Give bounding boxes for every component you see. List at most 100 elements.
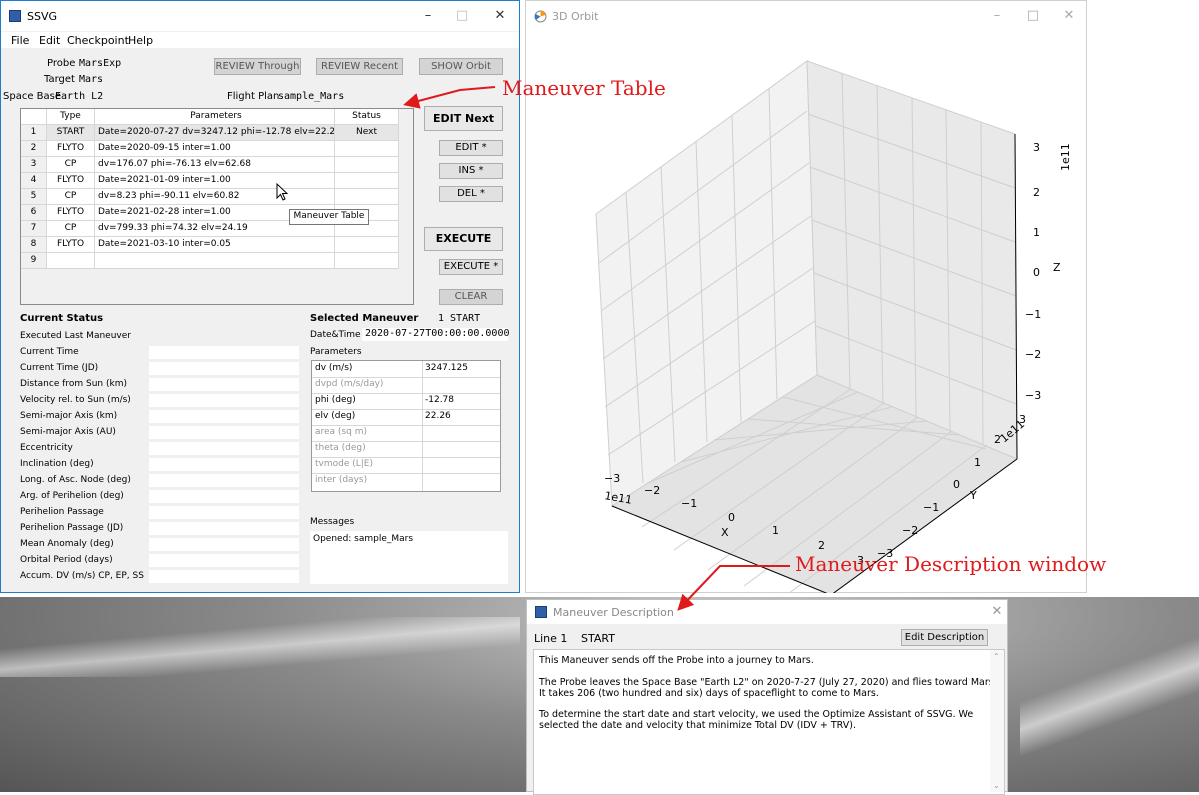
status-label: Semi-major Axis (km) [20, 411, 118, 421]
row-type[interactable]: FLYTO [47, 173, 95, 189]
ssvg-titlebar[interactable]: SSVG – □ ✕ [1, 1, 519, 31]
row-number: 6 [21, 205, 47, 221]
current-status-title: Current Status [20, 313, 104, 324]
x-tick: −3 [604, 472, 620, 485]
param-row: inter (days) [315, 475, 368, 485]
scrollbar[interactable]: ⌃ ⌄ [990, 650, 1004, 792]
status-label: Semi-major Axis (AU) [20, 427, 116, 437]
table-row[interactable]: 2 FLYTO Date=2020-09-15 inter=1.00 [21, 141, 399, 157]
status-label: Current Time (JD) [20, 363, 99, 373]
close-button[interactable]: ✕ [982, 603, 1012, 621]
execute-star-button[interactable]: EXECUTE * [439, 259, 503, 275]
annotation-maneuver-table: Maneuver Table [502, 76, 666, 100]
scroll-up-icon[interactable]: ⌃ [993, 652, 1000, 661]
table-row[interactable]: 1 START Date=2020-07-27 dv=3247.12 phi=-… [21, 125, 399, 141]
row-params[interactable] [95, 253, 335, 269]
param-row: area (sq m) [312, 425, 500, 442]
desc-titlebar[interactable]: Maneuver Description ✕ [527, 600, 1007, 624]
window-title: SSVG [27, 10, 58, 23]
param-row: elv (deg) 22.26 [312, 409, 500, 426]
row-params[interactable]: dv=8.23 phi=-90.11 elv=60.82 [95, 189, 335, 205]
desc-paragraph: It takes 206 (two hundred and six) days … [539, 688, 879, 699]
maneuver-table-tooltip: Maneuver Table [289, 209, 369, 225]
show-orbit-button[interactable]: SHOW Orbit [419, 58, 503, 75]
row-status[interactable] [335, 173, 399, 189]
header-status: Status [335, 109, 399, 125]
orbit-plot[interactable]: 3 2 1 0 −1 −2 −3 Z 1e11 3 2 1 0 −1 −2 −3… [526, 31, 1086, 593]
desc-paragraph: The Probe leaves the Space Base "Earth L… [539, 677, 997, 688]
row-status[interactable] [335, 237, 399, 253]
parameters-table: dv (m/s) 3247.125 dvpd (m/s/day) phi (deg… [311, 360, 501, 492]
x-tick: 1 [772, 524, 779, 537]
status-label: Current Time [20, 347, 79, 357]
datetime-label: Date&Time [310, 330, 361, 340]
row-type[interactable] [47, 253, 95, 269]
row-type[interactable]: START [47, 125, 95, 141]
review-recent-button[interactable]: REVIEW Recent [316, 58, 403, 75]
target-value: Mars [79, 74, 104, 85]
maximize-button[interactable]: □ [447, 7, 477, 25]
description-text-area[interactable]: This Maneuver sends off the Probe into a… [533, 649, 1005, 795]
param-row: dv (m/s) 3247.125 [312, 361, 500, 378]
status-value [149, 490, 299, 503]
table-row[interactable]: 4 FLYTO Date=2021-01-09 inter=1.00 [21, 173, 399, 189]
row-type[interactable]: CP [47, 189, 95, 205]
row-number: 8 [21, 237, 47, 253]
orbit-titlebar[interactable]: 3D Orbit – □ ✕ [526, 1, 1086, 31]
table-row[interactable]: 9 [21, 253, 399, 269]
status-value [149, 522, 299, 535]
insert-button[interactable]: INS * [439, 163, 503, 179]
maximize-button[interactable]: □ [1018, 7, 1048, 25]
status-label: Inclination (deg) [20, 459, 94, 469]
row-type[interactable]: CP [47, 157, 95, 173]
menu-help[interactable]: Help [128, 34, 153, 47]
table-row[interactable]: 8 FLYTO Date=2021-03-10 inter=0.05 [21, 237, 399, 253]
menu-file[interactable]: File [11, 34, 29, 47]
row-status[interactable] [335, 253, 399, 269]
minimize-button[interactable]: – [982, 7, 1012, 25]
mouse-cursor-icon [276, 183, 289, 201]
row-params[interactable]: Date=2021-01-09 inter=1.00 [95, 173, 335, 189]
row-type[interactable]: CP [47, 221, 95, 237]
flightplan-label: Flight Plan [227, 91, 280, 102]
row-type[interactable]: FLYTO [47, 141, 95, 157]
row-status[interactable] [335, 157, 399, 173]
maneuver-table[interactable]: Type Parameters Status 1 START Date=2020… [20, 108, 414, 305]
table-row[interactable]: 3 CP dv=176.07 phi=-76.13 elv=62.68 [21, 157, 399, 173]
parameters-label: Parameters [310, 347, 362, 357]
row-type[interactable]: FLYTO [47, 205, 95, 221]
orbit-title: 3D Orbit [552, 10, 599, 23]
row-params[interactable]: Date=2021-03-10 inter=0.05 [95, 237, 335, 253]
edit-next-button[interactable]: EDIT Next [424, 106, 503, 131]
scroll-down-icon[interactable]: ⌄ [993, 781, 1000, 790]
param-row: dvpd (m/s/day) [312, 377, 500, 394]
desc-paragraph: This Maneuver sends off the Probe into a… [539, 655, 814, 666]
edit-description-button[interactable]: Edit Description [901, 629, 988, 646]
header-type: Type [47, 109, 95, 125]
selected-maneuver-value: 1 START [438, 313, 481, 324]
clear-button[interactable]: CLEAR [439, 289, 503, 305]
minimize-button[interactable]: – [413, 7, 443, 25]
row-params[interactable]: Date=2020-07-27 dv=3247.12 phi=-12.78 el… [95, 125, 335, 141]
delete-button[interactable]: DEL * [439, 186, 503, 202]
row-status[interactable]: Next [335, 125, 399, 141]
menu-checkpoint[interactable]: Checkpoint [67, 34, 129, 47]
row-status[interactable] [335, 141, 399, 157]
row-params[interactable]: Date=2020-09-15 inter=1.00 [95, 141, 335, 157]
status-label: Arg. of Perihelion (deg) [20, 491, 124, 501]
menu-edit[interactable]: Edit [39, 34, 60, 47]
z-tick: 1 [1033, 226, 1040, 239]
status-label: Distance from Sun (km) [20, 379, 128, 389]
review-through-button[interactable]: REVIEW Through [214, 58, 301, 75]
row-type[interactable]: FLYTO [47, 237, 95, 253]
close-button[interactable]: ✕ [1054, 7, 1084, 25]
line-type: START [581, 632, 615, 645]
edit-star-button[interactable]: EDIT * [439, 140, 503, 156]
execute-button[interactable]: EXECUTE [424, 227, 503, 251]
table-row[interactable]: 5 CP dv=8.23 phi=-90.11 elv=60.82 [21, 189, 399, 205]
close-button[interactable]: ✕ [485, 7, 515, 25]
status-value [149, 506, 299, 519]
status-value [149, 538, 299, 551]
row-status[interactable] [335, 189, 399, 205]
row-params[interactable]: dv=176.07 phi=-76.13 elv=62.68 [95, 157, 335, 173]
